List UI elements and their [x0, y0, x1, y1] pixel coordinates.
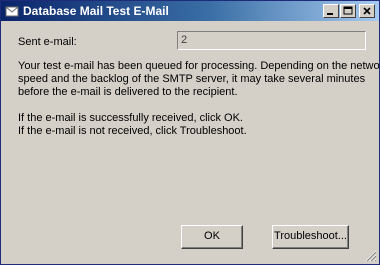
message-line-1: Your test e-mail has been queued for pro… [18, 60, 380, 72]
resize-grip-icon[interactable] [365, 250, 377, 262]
maximize-icon [343, 6, 353, 15]
message-line-4: If the e-mail is successfully received, … [18, 112, 243, 124]
message-line-5: If the e-mail is not received, click Tro… [18, 125, 247, 137]
envelope-icon [5, 6, 19, 17]
minimize-button[interactable] [323, 4, 339, 18]
close-icon [363, 7, 371, 15]
minimize-icon [327, 13, 333, 15]
troubleshoot-button[interactable]: Troubleshoot... [272, 225, 349, 249]
message-line-2: speed and the backlog of the SMTP server… [18, 73, 366, 85]
sent-email-field[interactable]: 2 [177, 31, 366, 50]
close-button[interactable] [359, 4, 375, 18]
sent-email-label: Sent e-mail: [18, 36, 77, 48]
maximize-button[interactable] [340, 4, 356, 18]
message-line-3: before the e-mail is delivered to the re… [18, 86, 238, 98]
ok-button[interactable]: OK [181, 225, 243, 249]
dialog-window: Database Mail Test E-Mail Sent e-mail: 2… [0, 0, 380, 265]
title-bar[interactable]: Database Mail Test E-Mail [1, 1, 379, 21]
window-title: Database Mail Test E-Mail [23, 4, 169, 18]
